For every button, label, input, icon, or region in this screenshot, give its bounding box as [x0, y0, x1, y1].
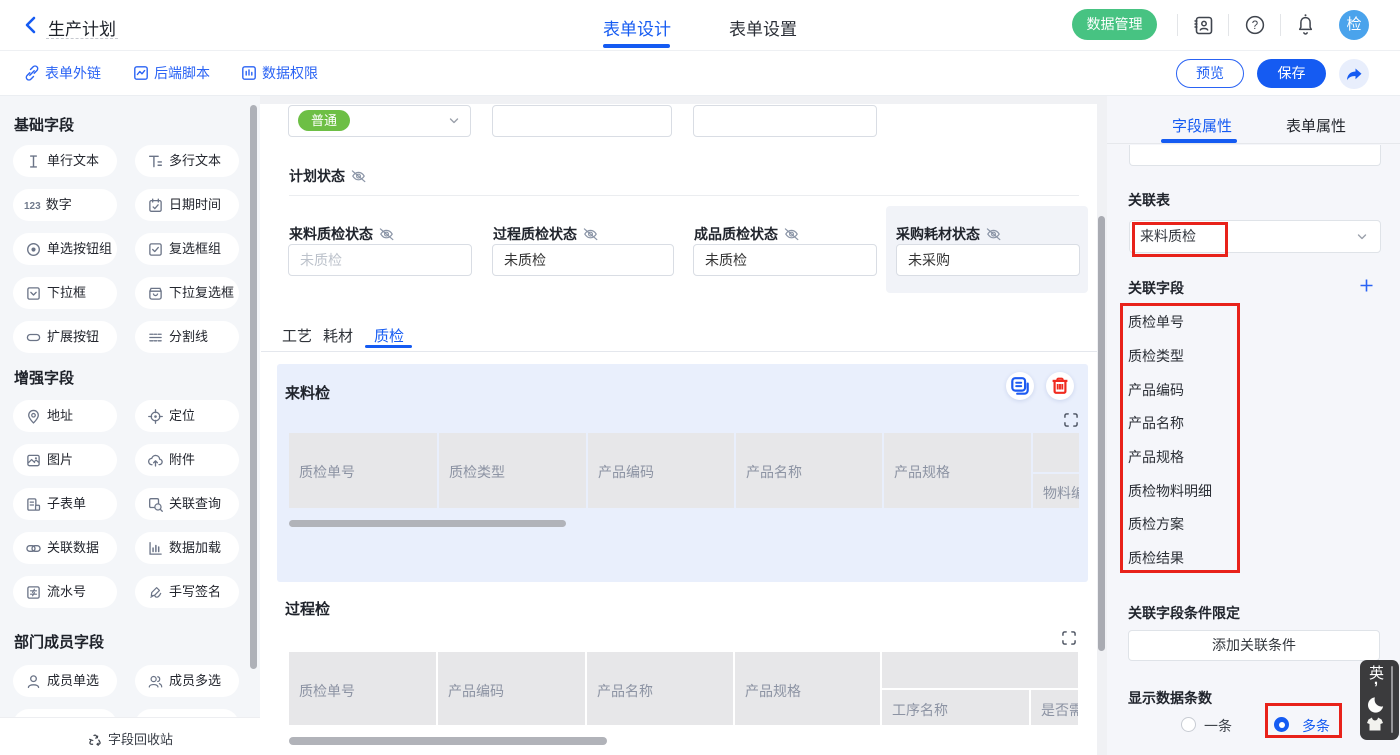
svg-text:?: ?: [1252, 20, 1258, 32]
